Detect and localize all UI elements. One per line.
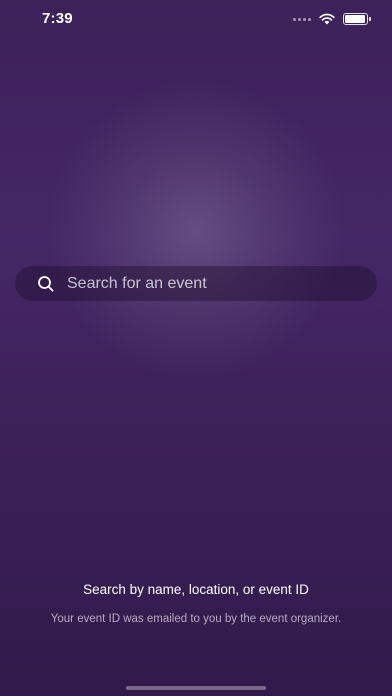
status-time: 7:39 (42, 10, 73, 27)
help-text: Search by name, location, or event ID Yo… (40, 582, 352, 627)
cellular-signal-icon (293, 17, 311, 21)
help-subtitle: Your event ID was emailed to you by the … (50, 613, 342, 625)
search-input[interactable] (67, 268, 337, 299)
wifi-icon (319, 13, 335, 25)
status-icons (293, 12, 371, 26)
help-title: Search by name, location, or event ID (83, 582, 309, 597)
battery-fill (345, 15, 365, 23)
search-icon (37, 275, 55, 293)
battery-icon (343, 13, 371, 25)
search-bar[interactable] (15, 266, 377, 301)
home-indicator[interactable] (126, 686, 266, 690)
status-bar: 7:39 (0, 0, 392, 36)
